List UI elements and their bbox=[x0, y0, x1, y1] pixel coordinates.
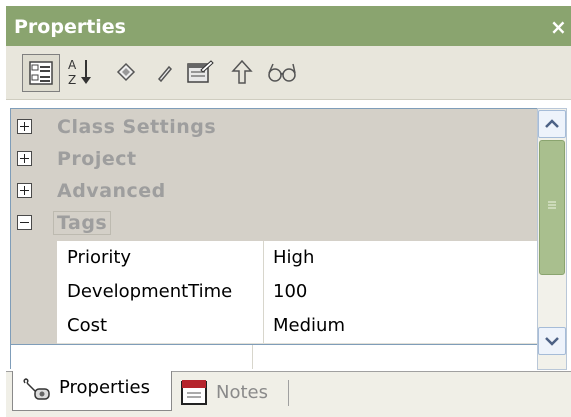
column-divider bbox=[263, 275, 264, 309]
property-row-priority[interactable]: Priority High bbox=[57, 241, 538, 276]
category-project[interactable]: Project bbox=[11, 143, 538, 175]
chevron-up-icon bbox=[545, 119, 559, 128]
property-grid: Class Settings Project Advanced Tags Pri… bbox=[10, 108, 538, 345]
category-label: Class Settings bbox=[57, 116, 217, 138]
categorized-icon bbox=[29, 61, 53, 85]
glasses-icon bbox=[268, 63, 296, 82]
column-divider bbox=[263, 241, 264, 275]
grip-icon bbox=[547, 200, 557, 212]
property-name: DevelopmentTime bbox=[67, 281, 233, 302]
category-label: Project bbox=[57, 148, 137, 170]
toolbar: A Z bbox=[6, 46, 571, 100]
expand-icon[interactable] bbox=[17, 151, 32, 166]
property-name: Priority bbox=[67, 247, 132, 268]
property-value[interactable]: High bbox=[273, 241, 314, 275]
properties-tab-icon bbox=[23, 378, 50, 400]
tab-notes[interactable]: Notes bbox=[176, 376, 296, 410]
chevron-down-icon bbox=[545, 337, 559, 346]
category-label: Advanced bbox=[57, 180, 166, 202]
scroll-up-button[interactable] bbox=[538, 110, 566, 138]
close-button[interactable]: × bbox=[550, 10, 567, 44]
sort-az-letter-z: Z bbox=[68, 73, 76, 87]
window-title: Properties bbox=[14, 16, 126, 38]
tab-label: Notes bbox=[216, 382, 268, 403]
arrow-up-icon bbox=[231, 59, 253, 84]
category-label: Tags bbox=[53, 211, 112, 235]
category-tags[interactable]: Tags bbox=[11, 207, 538, 239]
column-divider bbox=[263, 309, 264, 343]
scroll-down-button[interactable] bbox=[538, 327, 566, 355]
glasses-button[interactable] bbox=[264, 54, 300, 90]
property-value[interactable]: 100 bbox=[273, 275, 307, 309]
property-pages-icon bbox=[187, 60, 214, 83]
arrow-up-button[interactable] bbox=[224, 54, 260, 90]
collapse-icon[interactable] bbox=[17, 215, 32, 230]
sort-az-icon: A Z bbox=[68, 58, 91, 87]
pencil-icon bbox=[157, 65, 173, 83]
category-advanced[interactable]: Advanced bbox=[11, 175, 538, 207]
diamond-icon bbox=[116, 62, 136, 82]
column-divider bbox=[252, 345, 253, 369]
property-name: Cost bbox=[67, 315, 108, 336]
tab-properties[interactable]: Properties bbox=[12, 371, 172, 411]
expand-icon[interactable] bbox=[17, 183, 32, 198]
property-row-developmenttime[interactable]: DevelopmentTime 100 bbox=[57, 275, 538, 310]
property-pages-button[interactable] bbox=[182, 54, 218, 90]
tab-separator bbox=[288, 380, 289, 406]
tab-label: Properties bbox=[59, 377, 150, 398]
notes-tab-icon bbox=[181, 380, 207, 405]
property-value[interactable]: Medium bbox=[273, 309, 345, 343]
alphabetical-sort-button[interactable]: A Z bbox=[62, 54, 98, 90]
categorized-view-button[interactable] bbox=[22, 54, 60, 92]
empty-row bbox=[10, 345, 537, 369]
pencil-button[interactable] bbox=[146, 54, 182, 90]
expand-icon[interactable] bbox=[17, 119, 32, 134]
sort-az-letter-a: A bbox=[68, 58, 77, 72]
category-class-settings[interactable]: Class Settings bbox=[11, 111, 538, 143]
property-row-cost[interactable]: Cost Medium bbox=[57, 309, 538, 344]
diamond-button[interactable] bbox=[108, 54, 144, 90]
